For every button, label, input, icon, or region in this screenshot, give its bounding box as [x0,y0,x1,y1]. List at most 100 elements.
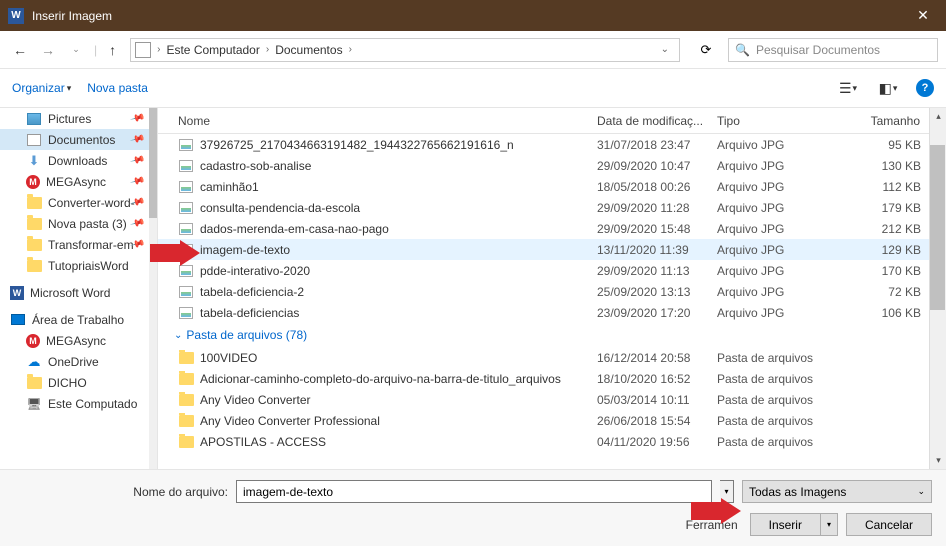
annotation-arrow-icon [150,240,200,266]
bottom-panel: Nome do arquivo: ▾ Todas as Imagens⌄ Fer… [0,469,946,546]
sidebar-item[interactable]: TutopriaisWord [0,255,157,276]
sidebar-item[interactable]: Área de Trabalho [0,309,157,330]
sidebar-item[interactable]: MMEGAsync📌 [0,171,157,192]
folder-row[interactable]: 100VIDEO16/12/2014 20:58Pasta de arquivo… [158,347,946,368]
titlebar: W Inserir Imagem ✕ [0,0,946,31]
sidebar-item[interactable]: Converter-word-📌 [0,192,157,213]
column-headers: Nome Data de modificaç... Tipo Tamanho [158,108,946,134]
view-menu[interactable]: ☰ ▾ [836,76,860,100]
chevron-right-icon[interactable]: › [347,44,354,55]
sidebar-scrollbar[interactable] [149,108,157,469]
file-size: 106 KB [849,306,929,320]
help-button[interactable]: ? [916,79,934,97]
file-name: pdde-interativo-2020 [200,264,310,278]
sidebar-item[interactable]: DICHO [0,372,157,393]
navigation-bar: ← → ⌄ | ↑ › Este Computador › Documentos… [0,31,946,69]
sidebar-item[interactable]: Transformar-em📌 [0,234,157,255]
chevron-right-icon[interactable]: › [264,44,271,55]
file-row[interactable]: consulta-pendencia-da-escola29/09/2020 1… [158,197,946,218]
breadcrumb-item[interactable]: Este Computador [162,41,263,59]
folder-row[interactable]: APOSTILAS - ACCESS 04/11/2020 19:56Pasta … [158,431,946,452]
back-button[interactable]: ← [8,38,32,62]
file-row[interactable]: imagem-de-texto13/11/2020 11:39Arquivo J… [158,239,946,260]
breadcrumb-dropdown[interactable]: ⌄ [655,44,675,55]
chevron-down-icon: ⌄ [174,330,182,341]
chevron-right-icon[interactable]: › [155,44,162,55]
breadcrumb-item[interactable]: Documentos [271,41,346,59]
file-row[interactable]: pdde-interativo-202029/09/2020 11:13Arqu… [158,260,946,281]
forward-button[interactable]: → [36,38,60,62]
folder-name: Any Video Converter [200,393,311,407]
sidebar-item[interactable]: ⬇Downloads📌 [0,150,157,171]
sidebar-label: Nova pasta (3) [48,217,127,231]
toolbar: Organizar▾ Nova pasta ☰ ▾ ◧ ▾ ? [0,69,946,107]
recent-dropdown[interactable]: ⌄ [64,38,88,62]
folder-type: Pasta de arquivos [709,435,849,449]
preview-pane-button[interactable]: ◧ ▾ [876,76,900,100]
navigation-pane: Pictures📌Documentos📌⬇Downloads📌MMEGAsync… [0,108,158,469]
scroll-down-icon[interactable]: ▾ [930,452,946,469]
file-name: caminhão1 [200,180,259,194]
scroll-thumb[interactable] [930,145,945,310]
sidebar-label: OneDrive [48,355,99,369]
word-app-icon: W [8,8,24,24]
file-type: Arquivo JPG [709,264,849,278]
file-row[interactable]: dados-merenda-em-casa-nao-pago29/09/2020… [158,218,946,239]
address-bar[interactable]: › Este Computador › Documentos › ⌄ [130,38,680,62]
file-size: 95 KB [849,138,929,152]
folder-name: APOSTILAS - ACCESS [200,435,326,449]
scroll-thumb[interactable] [149,108,157,218]
file-row[interactable]: 37926725_2170434663191482_19443227656621… [158,134,946,155]
sidebar-item[interactable]: WMicrosoft Word [0,282,157,303]
sidebar-item[interactable]: Documentos📌 [0,129,157,150]
sidebar-item[interactable]: MMEGAsync [0,330,157,351]
folder-name: Any Video Converter Professional [200,414,380,428]
organize-menu[interactable]: Organizar▾ [12,81,71,95]
folder-icon [178,371,194,387]
sidebar-item[interactable]: 🖥Este Computado [0,393,157,414]
sidebar-item[interactable]: Nova pasta (3)📌 [0,213,157,234]
close-button[interactable]: ✕ [900,0,946,31]
file-date: 13/11/2020 11:39 [589,243,709,257]
folder-type: Pasta de arquivos [709,393,849,407]
filename-label: Nome do arquivo: [14,485,228,499]
jpg-file-icon [178,137,194,153]
file-row[interactable]: caminhão118/05/2018 00:26Arquivo JPG112 … [158,176,946,197]
file-row[interactable]: tabela-deficiencias23/09/2020 17:20Arqui… [158,302,946,323]
file-scrollbar[interactable]: ▴ ▾ [929,108,946,469]
fi-pc-icon: 🖥 [26,396,42,412]
folder-date: 04/11/2020 19:56 [589,435,709,449]
column-name[interactable]: Nome [158,114,589,128]
column-type[interactable]: Tipo [709,114,849,128]
file-row[interactable]: tabela-deficiencia-225/09/2020 13:13Arqu… [158,281,946,302]
folder-row[interactable]: Any Video Converter Professional26/06/20… [158,410,946,431]
file-row[interactable]: cadastro-sob-analise29/09/2020 10:47Arqu… [158,155,946,176]
folder-row[interactable]: Any Video Converter 05/03/2014 10:11Pasta… [158,389,946,410]
file-size: 129 KB [849,243,929,257]
search-input[interactable]: 🔍 Pesquisar Documentos [728,38,938,62]
up-button[interactable]: ↑ [103,42,122,58]
column-date[interactable]: Data de modificaç... [589,114,709,128]
fi-desk-icon [10,312,26,328]
column-size[interactable]: Tamanho [849,114,929,128]
sidebar-item[interactable]: ☁OneDrive [0,351,157,372]
sidebar-label: Documentos [48,133,115,147]
folder-date: 05/03/2014 10:11 [589,393,709,407]
folder-icon [26,237,42,253]
file-date: 25/09/2020 13:13 [589,285,709,299]
file-type: Arquivo JPG [709,180,849,194]
folder-row[interactable]: Adicionar-caminho-completo-do-arquivo-na… [158,368,946,389]
refresh-button[interactable]: ⟳ [692,38,720,62]
filename-input[interactable] [236,480,712,503]
file-size: 179 KB [849,201,929,215]
file-type: Arquivo JPG [709,243,849,257]
sidebar-item[interactable]: Pictures📌 [0,108,157,129]
file-type: Arquivo JPG [709,222,849,236]
jpg-file-icon [178,305,194,321]
file-name: tabela-deficiencias [200,306,299,320]
scroll-up-icon[interactable]: ▴ [930,108,946,125]
file-date: 29/09/2020 15:48 [589,222,709,236]
group-header[interactable]: ⌄Pasta de arquivos (78) [158,323,946,347]
new-folder-button[interactable]: Nova pasta [87,81,148,95]
filetype-filter[interactable]: Todas as Imagens⌄ [742,480,932,503]
